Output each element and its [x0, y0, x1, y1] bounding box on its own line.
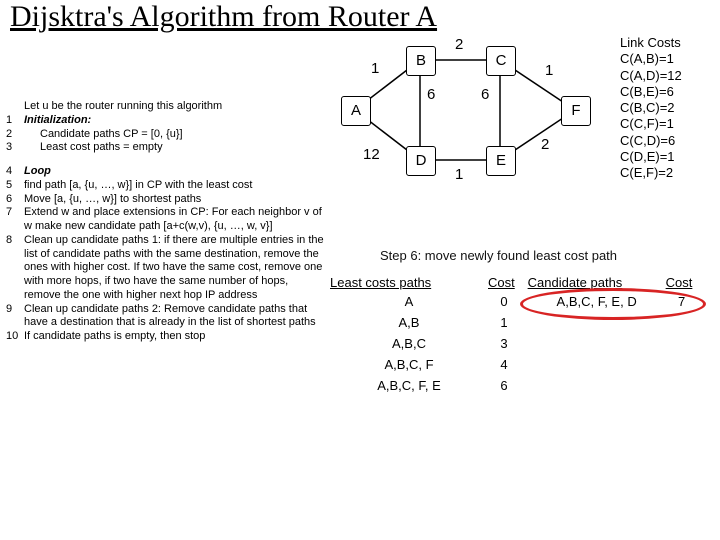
node-c: C	[486, 46, 516, 76]
table-row: A,B,C, F, E, D7	[528, 294, 698, 309]
link-cost-item: C(D,E)=1	[620, 149, 682, 165]
cost-cell: 0	[488, 294, 520, 309]
edge-bd-label: 6	[427, 86, 435, 103]
algo-line-num: 6	[6, 193, 24, 207]
edge-ab-label: 1	[371, 60, 379, 77]
link-cost-item: C(C,F)=1	[620, 116, 682, 132]
node-b: B	[406, 46, 436, 76]
algo-line: Initialization:	[24, 114, 326, 128]
edge-cf-label: 1	[545, 62, 553, 79]
edge-de-label: 1	[455, 166, 463, 183]
edge-ef-label: 2	[541, 136, 549, 153]
cand-head-path: Candidate paths	[528, 275, 666, 290]
candidate-table: Candidate paths Cost A,B,C, F, E, D7	[528, 275, 698, 315]
link-cost-item: C(E,F)=2	[620, 165, 682, 181]
node-e: E	[486, 146, 516, 176]
path-cell: A,B,C, F	[330, 357, 488, 372]
node-d: D	[406, 146, 436, 176]
link-cost-item: C(A,D)=12	[620, 68, 682, 84]
path-cell: A,B,C, F, E	[330, 378, 488, 393]
table-row: A,B,C, F, E6	[330, 378, 520, 393]
path-cell: A,B,C	[330, 336, 488, 351]
page-title: Dijsktra's Algorithm from Router A	[10, 0, 437, 34]
algo-line-num: 8	[6, 234, 24, 303]
algo-line-num: 1	[6, 114, 24, 128]
table-row: A,B1	[330, 315, 520, 330]
link-cost-item: C(B,E)=6	[620, 84, 682, 100]
node-a: A	[341, 96, 371, 126]
algo-line: Clean up candidate paths 2: Remove candi…	[24, 303, 326, 331]
path-cell: A	[330, 294, 488, 309]
edge-ad-label: 12	[363, 146, 380, 163]
edge-ce-label: 6	[481, 86, 489, 103]
table-row: A,B,C, F4	[330, 357, 520, 372]
edge-bc-label: 2	[455, 36, 463, 53]
cand-head-cost: Cost	[666, 275, 698, 290]
node-f: F	[561, 96, 591, 126]
algo-line-num: 9	[6, 303, 24, 331]
algo-line-num: 5	[6, 179, 24, 193]
algo-line: Clean up candidate paths 1: if there are…	[24, 234, 326, 303]
algo-line-num: 4	[6, 165, 24, 179]
table-row: A0	[330, 294, 520, 309]
table-row: A,B,C3	[330, 336, 520, 351]
cost-cell: 4	[488, 357, 520, 372]
step-caption: Step 6: move newly found least cost path	[380, 248, 617, 263]
algo-line: find path [a, {u, …, w}] in CP with the …	[24, 179, 326, 193]
algo-line: Least cost paths = empty	[24, 141, 326, 155]
algo-line-num: 10	[6, 330, 24, 344]
algo-line: Loop	[24, 165, 326, 179]
algo-line: If candidate paths is empty, then stop	[24, 330, 326, 344]
link-cost-item: C(A,B)=1	[620, 51, 682, 67]
cost-cell: 7	[666, 294, 698, 309]
algo-line-num: 7	[6, 206, 24, 234]
link-cost-item: C(B,C)=2	[620, 100, 682, 116]
algo-line: Move [a, {u, …, w}] to shortest paths	[24, 193, 326, 207]
algo-intro: Let u be the router running this algorit…	[24, 100, 326, 114]
link-cost-item: C(C,D)=6	[620, 133, 682, 149]
algo-line: Candidate paths CP = [0, {u}]	[24, 128, 326, 142]
least-cost-table: Least costs paths Cost A0 A,B1 A,B,C3 A,…	[330, 275, 520, 399]
algo-line-num: 3	[6, 141, 24, 155]
algo-line-num: 2	[6, 128, 24, 142]
network-graph: A B C F D E 1 2 1 6 6 12 1 2	[335, 40, 595, 200]
path-cell: A,B	[330, 315, 488, 330]
link-costs: Link Costs C(A,B)=1 C(A,D)=12 C(B,E)=6 C…	[620, 35, 682, 181]
algorithm-listing: Let u be the router running this algorit…	[6, 100, 326, 344]
link-costs-heading: Link Costs	[620, 35, 682, 51]
path-cell: A,B,C, F, E, D	[528, 294, 666, 309]
algo-line: Extend w and place extensions in CP: For…	[24, 206, 326, 234]
cost-cell: 6	[488, 378, 520, 393]
cost-cell: 1	[488, 315, 520, 330]
paths-tables: Least costs paths Cost A0 A,B1 A,B,C3 A,…	[330, 275, 710, 399]
cost-cell: 3	[488, 336, 520, 351]
least-head-cost: Cost	[488, 275, 520, 290]
least-head-path: Least costs paths	[330, 275, 488, 290]
